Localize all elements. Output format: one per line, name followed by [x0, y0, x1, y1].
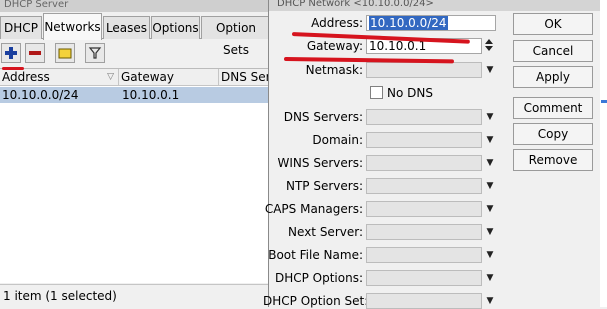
- gateway-updown-icon[interactable]: [484, 38, 494, 52]
- netmask-field[interactable]: [366, 62, 482, 78]
- dhcp-options-label: DHCP Options:: [274, 271, 363, 285]
- remove-button[interactable]: [25, 43, 45, 63]
- netmask-dropdown-icon[interactable]: ▼: [485, 65, 495, 75]
- address-label: Address:: [311, 16, 363, 30]
- apply-button[interactable]: Apply: [513, 66, 593, 88]
- filter-icon: [88, 47, 102, 59]
- no-dns-label: No DNS: [387, 86, 433, 100]
- cell-gateway: 10.10.0.1: [122, 88, 180, 102]
- note-icon: [58, 48, 72, 59]
- ntp-servers-field[interactable]: [366, 178, 482, 194]
- cancel-button[interactable]: Cancel: [513, 40, 593, 62]
- ntp-servers-label: NTP Servers:: [285, 179, 363, 193]
- sort-icon: ▽: [107, 72, 114, 82]
- boot-file-name-label: Boot File Name:: [268, 248, 363, 262]
- tab-leases[interactable]: Leases: [103, 16, 150, 39]
- ntp-servers-dropdown-icon[interactable]: ▼: [485, 181, 495, 191]
- filter-button[interactable]: [85, 43, 105, 63]
- domain-dropdown-icon[interactable]: ▼: [485, 135, 495, 145]
- plus-icon: [5, 47, 17, 59]
- netmask-label: Netmask:: [305, 63, 363, 77]
- dhcp-option-set-dropdown-icon[interactable]: ▼: [485, 296, 495, 306]
- cell-address: 10.10.0.0/24: [2, 88, 79, 102]
- tab-options[interactable]: Options: [151, 16, 200, 39]
- dhcp-options-field[interactable]: [366, 270, 482, 286]
- caps-managers-field[interactable]: [366, 201, 482, 217]
- add-button[interactable]: [1, 43, 21, 63]
- boot-file-name-field[interactable]: [366, 247, 482, 263]
- ok-button[interactable]: OK: [513, 13, 593, 35]
- gateway-label: Gateway:: [306, 39, 363, 53]
- copy-button[interactable]: Copy: [513, 123, 593, 145]
- address-value: 10.10.0.0/24: [369, 16, 448, 30]
- next-server-label: Next Server:: [288, 225, 363, 239]
- tab-networks[interactable]: Networks: [43, 13, 102, 40]
- tab-dhcp[interactable]: DHCP: [0, 16, 42, 39]
- dhcp-network-dialog: DHCP Network <10.10.0.0/24> Address: 10.…: [263, 0, 607, 309]
- next-server-field[interactable]: [366, 224, 482, 240]
- domain-label: Domain:: [312, 133, 363, 147]
- dns-servers-dropdown-icon[interactable]: ▼: [485, 112, 495, 122]
- annotation-underline-add: [2, 67, 24, 70]
- dialog-title: DHCP Network <10.10.0.0/24>: [269, 0, 607, 11]
- address-field[interactable]: 10.10.0.0/24: [366, 15, 496, 31]
- comment-button[interactable]: Comment: [513, 97, 593, 119]
- tab-option-sets[interactable]: Option Sets: [201, 16, 271, 57]
- wins-servers-dropdown-icon[interactable]: ▼: [485, 158, 495, 168]
- wins-servers-field[interactable]: [366, 155, 482, 171]
- minus-icon: [29, 51, 41, 55]
- dns-servers-field[interactable]: [366, 109, 482, 125]
- domain-field[interactable]: [366, 132, 482, 148]
- next-server-dropdown-icon[interactable]: ▼: [485, 227, 495, 237]
- wins-servers-label: WINS Servers:: [277, 156, 363, 170]
- dhcp-options-dropdown-icon[interactable]: ▼: [485, 273, 495, 283]
- column-address-label: Address: [2, 70, 50, 84]
- dhcp-option-set-label: DHCP Option Set:: [263, 294, 369, 308]
- caps-managers-label: CAPS Managers:: [264, 202, 363, 216]
- comment-button[interactable]: [55, 43, 75, 63]
- column-gateway[interactable]: Gateway: [119, 69, 219, 86]
- boot-file-name-dropdown-icon[interactable]: ▼: [485, 250, 495, 260]
- remove-button[interactable]: Remove: [513, 149, 593, 171]
- no-dns-checkbox[interactable]: [370, 86, 383, 99]
- desktop-edge: [600, 0, 607, 307]
- desktop-edge-marker: [601, 100, 607, 103]
- dns-servers-label: DNS Servers:: [283, 110, 363, 124]
- column-address[interactable]: Address ▽: [0, 69, 119, 86]
- caps-managers-dropdown-icon[interactable]: ▼: [485, 204, 495, 214]
